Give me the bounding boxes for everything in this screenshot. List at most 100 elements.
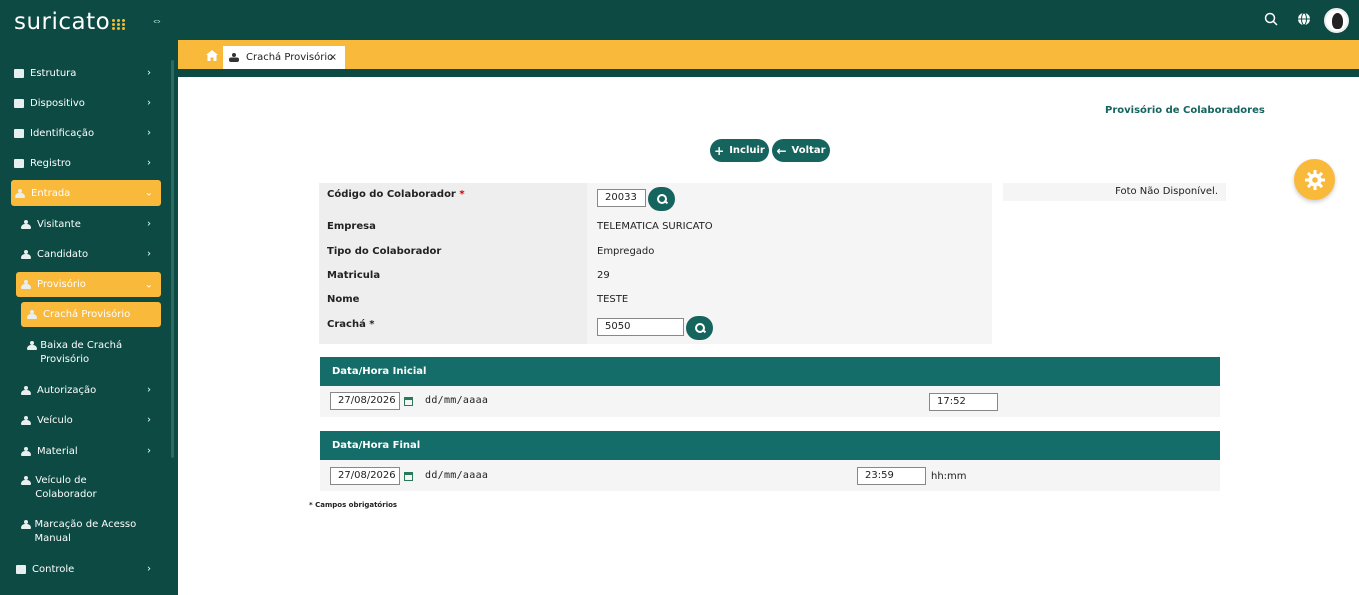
sidebar-item-candidato[interactable]: Candidato › [21,247,159,261]
sidebar-item-label: Veículo de Colaborador [35,475,97,500]
matricula-value: 29 [597,270,610,281]
sidebar-item-label: Autorização [37,384,97,396]
sidebar-item-label: Registro [30,157,71,169]
logo-dots-icon [112,18,126,30]
sidebar-item-label: Crachá Provisório [43,309,131,320]
collapse-sidebar-icon[interactable]: ⇔ [151,15,163,27]
sidebar-item-marcacao-acesso[interactable]: Marcação de Acesso Manual [21,518,141,546]
sidebar-item-label: Veículo [37,414,73,426]
sidebar-item-registro[interactable]: Registro › [14,156,159,170]
inicial-date-format: dd/mm/aaaa [425,395,489,406]
sidebar-item-identificacao[interactable]: Identificação › [14,126,159,140]
empresa-value: TELEMATICA SURICATO [597,221,713,232]
sidebar-item-label: Entrada [31,187,71,199]
tab-bar [178,40,1359,69]
sidebar-item-label: Marcação de Acesso Manual [34,519,137,544]
avatar[interactable] [1324,8,1349,33]
chevron-right-icon: › [147,445,151,457]
chevron-right-icon: › [147,248,151,260]
person-icon [21,520,31,529]
sidebar-item-label: Estrutura [30,67,77,79]
sidebar-item-provisorio[interactable]: Provisório ⌄ [16,272,161,297]
empresa-label: Empresa [327,221,376,232]
final-time-input[interactable]: 23:59 [857,467,926,485]
chevron-right-icon: › [147,563,151,575]
inicial-date-input[interactable]: 27/08/2026 [330,392,400,410]
home-icon[interactable] [206,50,218,61]
include-button-label: Incluir [729,145,765,156]
search-icon[interactable] [1263,12,1279,28]
sidebar-item-estrutura[interactable]: Estrutura › [14,66,159,80]
nome-label: Nome [327,294,360,305]
person-icon [27,341,38,350]
final-time-format: hh:mm [931,471,967,482]
sidebar-item-label: Baixa de Crachá Provisório [40,340,123,365]
include-button[interactable]: + Incluir [710,139,769,162]
puzzle-icon [16,564,26,574]
sidebar-item-veiculo-colaborador[interactable]: Veículo de Colaborador [21,474,131,502]
person-icon [27,310,37,319]
tab-cracha-provisorio[interactable]: Crachá Provisório × [223,46,345,69]
sidebar-item-controle[interactable]: Controle › [16,562,159,576]
matricula-label: Matricula [327,270,381,281]
chevron-right-icon: › [147,384,151,396]
sidebar-item-veiculo[interactable]: Veículo › [21,413,159,427]
cracha-label: Crachá * [327,319,375,330]
back-button-label: Voltar [791,145,826,156]
codigo-search-button[interactable] [648,187,675,211]
tab-label: Crachá Provisório [246,52,334,63]
codigo-label-text: Código do Colaborador [327,189,456,200]
logo-text: suricato [14,9,111,35]
person-icon [21,219,31,229]
sidebar-item-visitante[interactable]: Visitante › [21,217,159,231]
id-card-icon [14,128,24,138]
sidebar-item-label: Controle [32,563,75,575]
nome-value: TESTE [597,294,629,305]
topbar [178,0,1359,40]
final-date-format: dd/mm/aaaa [425,470,489,481]
sidebar-item-dispositivo[interactable]: Dispositivo › [14,96,159,110]
sidebar-item-material[interactable]: Material › [21,444,159,458]
app-logo[interactable]: suricato [14,6,126,38]
device-icon [14,98,24,108]
required-fields-note: * Campos obrigatórios [309,501,398,509]
calendar-icon[interactable] [404,397,413,406]
person-icon [21,385,31,395]
person-icon [21,415,31,425]
sidebar-item-entrada[interactable]: Entrada ⌄ [11,180,161,206]
sidebar-item-baixa-cracha[interactable]: Baixa de Crachá Provisório [27,339,137,367]
register-icon [14,158,24,168]
sidebar-item-label: Dispositivo [30,97,85,109]
tipo-value: Empregado [597,246,655,257]
person-icon [15,188,25,198]
person-icon [21,446,31,456]
chevron-down-icon: ⌄ [144,279,153,290]
sidebar-item-label: Identificação [30,127,95,139]
person-icon [229,53,239,62]
person-icon [21,476,32,485]
codigo-input[interactable]: 20033 [597,189,646,207]
final-date-input[interactable]: 27/08/2026 [330,467,400,485]
calendar-icon[interactable] [404,472,413,481]
person-icon [21,280,31,289]
settings-gear-button[interactable] [1294,159,1335,200]
photo-placeholder: Foto Não Disponível. [1003,183,1226,201]
chevron-right-icon: › [147,414,151,426]
sidebar-item-label: Material [37,445,78,457]
sidebar-item-cracha-provisorio[interactable]: Crachá Provisório [21,302,161,327]
sidebar-scrollbar[interactable] [171,60,174,458]
cracha-search-button[interactable] [686,316,713,340]
inicial-time-input[interactable]: 17:52 [929,393,998,411]
chevron-right-icon: › [147,218,151,230]
globe-icon[interactable] [1296,12,1312,28]
sidebar-item-autorizacao[interactable]: Autorização › [21,383,159,397]
tab-bar-divider [178,69,1359,77]
section-title-link[interactable]: Provisório de Colaboradores [1105,105,1265,116]
sidebar-item-label: Visitante [37,218,81,230]
close-tab-icon[interactable]: × [329,52,337,63]
sidebar: suricato ⇔ [0,0,178,595]
plus-icon: + [714,143,725,158]
back-button[interactable]: ← Voltar [772,139,830,162]
final-section-header: Data/Hora Final [320,431,1220,460]
cracha-input[interactable]: 5050 [597,318,684,336]
